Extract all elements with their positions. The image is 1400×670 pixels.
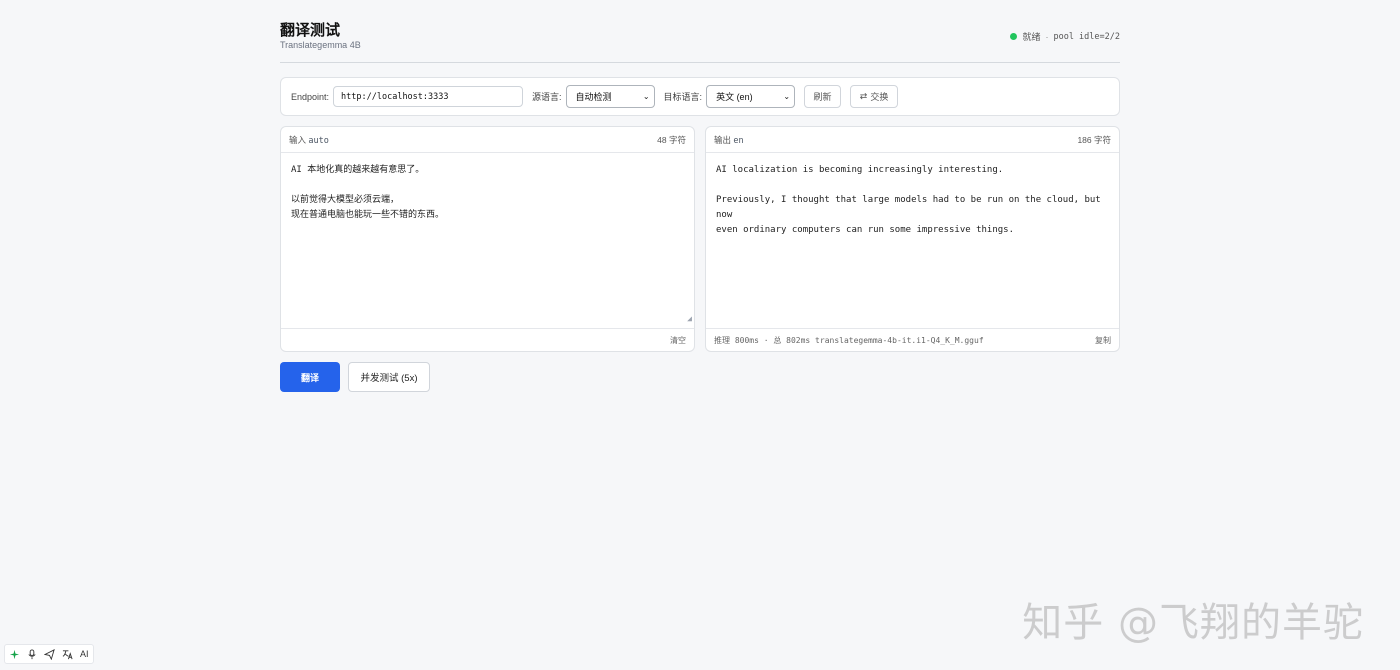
chevron-down-icon: ⌄ (783, 92, 791, 101)
app-container: 翻译测试 Translategemma 4B 就绪 · pool idle=2/… (280, 0, 1120, 392)
status-text: 就绪 (1022, 32, 1041, 42)
sparkle-icon[interactable] (9, 649, 20, 660)
status-dot-icon (1010, 33, 1018, 40)
input-panel: 输入 auto 48 字符 AI 本地化真的越来越有意思了。 以前觉得大模型必须… (280, 126, 695, 352)
clear-button[interactable]: 清空 (670, 335, 686, 346)
source-language-select[interactable]: 自动检测 ⌄ (565, 85, 655, 108)
status-separator: · (1045, 31, 1049, 42)
refresh-label: 刷新 (813, 92, 832, 102)
translate-button[interactable]: 翻译 (280, 362, 340, 392)
output-label: 输出 (714, 134, 732, 145)
endpoint-input[interactable]: http://localhost:3333 (333, 86, 524, 107)
endpoint-label: Endpoint: (291, 91, 330, 102)
source-language-label: 源语言: (532, 92, 562, 102)
source-language-value: 自动检测 (575, 92, 612, 102)
concurrent-test-button[interactable]: 并发测试 (5x) (348, 362, 430, 392)
output-heading: 输出 en (714, 134, 744, 146)
page-subtitle: Translategemma 4B (280, 40, 361, 50)
page-title: 翻译测试 (280, 22, 341, 39)
swap-button[interactable]: ⇄ 交换 (850, 85, 899, 108)
chevron-down-icon: ⌄ (642, 92, 650, 101)
pool-status: pool idle=2/2 (1053, 31, 1120, 42)
output-text-area: AI localization is becoming increasingly… (706, 153, 1119, 328)
resize-handle-icon[interactable]: ◢ (687, 311, 692, 326)
output-panel-header: 输出 en 186 字符 (706, 127, 1119, 153)
refresh-button[interactable]: 刷新 (804, 85, 842, 108)
output-language-tag: en (733, 135, 744, 146)
swap-icon: ⇄ (859, 91, 868, 101)
copy-button[interactable]: 复制 (1095, 335, 1111, 346)
page-header: 翻译测试 Translategemma 4B 就绪 · pool idle=2/… (280, 0, 1120, 63)
bottom-toolbar: AI (4, 644, 94, 664)
translate-icon[interactable] (62, 649, 73, 660)
output-char-count: 186 字符 (1077, 134, 1111, 145)
swap-label: 交换 (870, 92, 889, 102)
input-panel-header: 输入 auto 48 字符 (281, 127, 694, 153)
watermark: 知乎 @飞翔的羊驼 (1022, 600, 1364, 646)
input-panel-footer: 清空 (281, 328, 694, 351)
target-language-select[interactable]: 英文 (en) ⌄ (706, 85, 796, 108)
input-label: 输入 (289, 134, 307, 145)
input-textarea[interactable]: AI 本地化真的越来越有意思了。 以前觉得大模型必须云端， 现在普通电脑也能玩一… (281, 153, 694, 328)
send-icon[interactable] (44, 648, 55, 660)
input-char-count: 48 字符 (657, 134, 686, 145)
status-indicator: 就绪 · pool idle=2/2 (1010, 30, 1120, 43)
target-language-value: 英文 (en) (716, 92, 753, 102)
timing-info: 推理 800ms · 总 802ms translategemma-4b-it.… (714, 335, 984, 345)
ai-label[interactable]: AI (80, 649, 89, 659)
output-text: AI localization is becoming increasingly… (716, 165, 1101, 235)
mic-icon[interactable] (27, 648, 37, 660)
output-panel-footer: 推理 800ms · 总 802ms translategemma-4b-it.… (706, 328, 1119, 351)
action-buttons: 翻译 并发测试 (5x) (280, 362, 430, 392)
target-language-label: 目标语言: (663, 92, 703, 102)
input-text: AI 本地化真的越来越有意思了。 以前觉得大模型必须云端， 现在普通电脑也能玩一… (291, 165, 445, 220)
output-panel: 输出 en 186 字符 AI localization is becoming… (705, 126, 1120, 352)
settings-toolbar: Endpoint: http://localhost:3333 源语言: 自动检… (280, 77, 1120, 116)
input-language-tag: auto (308, 135, 329, 146)
input-heading: 输入 auto (289, 134, 329, 146)
